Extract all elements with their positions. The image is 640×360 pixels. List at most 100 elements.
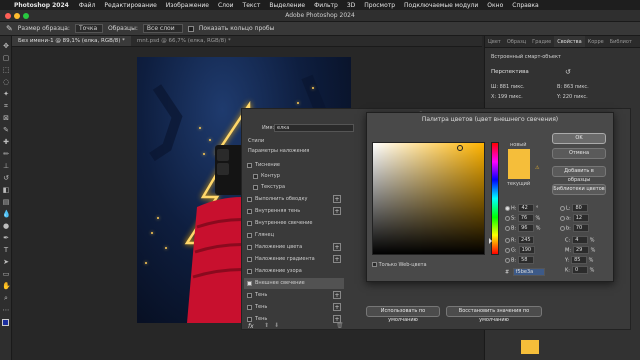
- panel-tab[interactable]: Градие: [529, 36, 554, 47]
- style-item[interactable]: Текстура: [244, 182, 344, 193]
- move-tool-icon[interactable]: ✥: [2, 42, 10, 50]
- marquee-tool-icon[interactable]: ⬚: [2, 66, 10, 74]
- color-chip[interactable]: [521, 340, 539, 354]
- x-value[interactable]: 199 пикс.: [498, 94, 523, 100]
- history-brush-icon[interactable]: ↺: [2, 174, 10, 182]
- s-radio[interactable]: [505, 215, 510, 221]
- add-style-icon[interactable]: +: [333, 291, 341, 299]
- c-field[interactable]: C: 4 %: [565, 236, 595, 244]
- doc-tab[interactable]: mnt.psd @ 66,7% (елка, RGB/8) *: [131, 36, 237, 46]
- out-of-gamut-icon[interactable]: ⚠: [535, 165, 539, 171]
- width-value[interactable]: 881 пикс.: [500, 84, 525, 90]
- menu-item[interactable]: Слои: [218, 2, 234, 9]
- style-item[interactable]: Контур: [244, 171, 344, 182]
- k-field[interactable]: K: 0 %: [565, 266, 594, 274]
- add-style-icon[interactable]: +: [333, 255, 341, 263]
- y-field[interactable]: Y: 85 %: [565, 256, 593, 264]
- gradient-tool-icon[interactable]: ▤: [2, 198, 10, 206]
- shape-tool-icon[interactable]: ▭: [2, 270, 10, 278]
- panel-tab[interactable]: Образц: [504, 36, 529, 47]
- r-radio[interactable]: [505, 237, 510, 243]
- h-radio[interactable]: [505, 205, 510, 211]
- style-checkbox[interactable]: [247, 245, 252, 250]
- menu-item[interactable]: Редактирование: [104, 2, 156, 9]
- style-item[interactable]: Глянец: [244, 230, 344, 241]
- add-style-icon[interactable]: +: [333, 303, 341, 311]
- style-checkbox[interactable]: [247, 293, 252, 298]
- ok-button[interactable]: OK: [552, 133, 606, 144]
- style-checkbox[interactable]: [247, 197, 252, 202]
- web-only-option[interactable]: Только Web-цвета: [372, 262, 427, 268]
- brush-tool-icon[interactable]: ✏: [2, 150, 10, 158]
- g-field[interactable]: G: 190: [505, 246, 535, 254]
- color-libraries-button[interactable]: Библиотеки цветов: [552, 184, 606, 195]
- style-checkbox[interactable]: [247, 305, 252, 310]
- blue-radio[interactable]: [505, 257, 510, 263]
- menu-item[interactable]: Подключаемые модули: [404, 2, 478, 9]
- show-ring-checkbox[interactable]: [187, 25, 194, 32]
- hex-field[interactable]: # f5be3a: [505, 268, 545, 276]
- doc-tab[interactable]: Без имени-1 @ 89,1% (елка, RGB/8) *: [12, 36, 131, 46]
- style-item[interactable]: Тень +: [244, 290, 344, 301]
- lab-l-field[interactable]: L: 80: [560, 204, 589, 212]
- style-checkbox[interactable]: [247, 163, 252, 168]
- hand-tool-icon[interactable]: ✋: [2, 282, 11, 290]
- style-item-outer-glow[interactable]: Внешнее свечение: [244, 278, 344, 289]
- blue-field[interactable]: B: 58: [505, 256, 535, 264]
- more-tools-icon[interactable]: ⋯: [2, 306, 10, 314]
- lab-a-radio[interactable]: [560, 215, 565, 221]
- lab-a-field[interactable]: a: 12: [560, 214, 589, 222]
- eyedropper-icon[interactable]: ✎: [6, 24, 13, 33]
- frame-tool-icon[interactable]: ⊠: [2, 114, 10, 122]
- style-item[interactable]: Тень +: [244, 314, 344, 325]
- hue-slider-handle[interactable]: [489, 238, 492, 244]
- samples-select[interactable]: Все слои: [142, 24, 183, 33]
- h-field[interactable]: H: 42 °: [505, 204, 539, 212]
- hue-slider[interactable]: [489, 142, 499, 255]
- panel-tab-properties[interactable]: Свойства: [554, 36, 585, 47]
- style-checkbox[interactable]: [247, 317, 252, 322]
- style-checkbox[interactable]: [253, 185, 258, 190]
- style-item[interactable]: Наложение градиента +: [244, 254, 344, 265]
- y-value[interactable]: 220 пикс.: [563, 94, 588, 100]
- menu-item[interactable]: Текст: [243, 2, 261, 9]
- layer-name-input[interactable]: елка: [274, 124, 354, 132]
- zoom-tool-icon[interactable]: ⌕: [2, 294, 10, 302]
- b-field[interactable]: B: 96 %: [505, 224, 540, 232]
- make-default-button[interactable]: Использовать по умолчанию: [366, 306, 440, 323]
- saturation-brightness-field[interactable]: [372, 142, 485, 255]
- web-only-checkbox[interactable]: [372, 262, 377, 267]
- lab-b-radio[interactable]: [560, 225, 565, 231]
- add-style-icon[interactable]: +: [333, 243, 341, 251]
- lab-l-radio[interactable]: [560, 205, 565, 211]
- blend-options-item[interactable]: Параметры наложения: [244, 146, 344, 157]
- stamp-tool-icon[interactable]: ⊥: [2, 162, 10, 170]
- eraser-tool-icon[interactable]: ◧: [2, 186, 10, 194]
- add-style-icon[interactable]: +: [333, 195, 341, 203]
- eyedropper-tool-icon[interactable]: ✎: [2, 126, 10, 134]
- fx-icon[interactable]: fx: [248, 323, 254, 330]
- add-style-icon[interactable]: +: [333, 207, 341, 215]
- m-field[interactable]: M: 29 %: [565, 246, 595, 254]
- style-item[interactable]: Внутренняя тень +: [244, 206, 344, 217]
- b-radio[interactable]: [505, 225, 510, 231]
- type-tool-icon[interactable]: T: [2, 246, 10, 254]
- style-checkbox[interactable]: [247, 221, 252, 226]
- panel-tab[interactable]: Цвет: [485, 36, 504, 47]
- menu-item[interactable]: Справка: [512, 2, 538, 9]
- quick-select-tool-icon[interactable]: ✦: [2, 90, 10, 98]
- style-item[interactable]: Наложение узора: [244, 266, 344, 277]
- height-value[interactable]: 863 пикс.: [564, 84, 589, 90]
- reset-icon[interactable]: ↺: [565, 68, 571, 76]
- healing-tool-icon[interactable]: ✚: [2, 138, 10, 146]
- style-item[interactable]: Тиснение: [244, 160, 344, 171]
- lasso-tool-icon[interactable]: ◌: [2, 78, 10, 86]
- r-field[interactable]: R: 245: [505, 236, 535, 244]
- g-radio[interactable]: [505, 247, 510, 253]
- trash-icon[interactable]: 🗑: [336, 322, 344, 329]
- cancel-button[interactable]: Отмена: [552, 148, 606, 159]
- current-color-swatch[interactable]: [508, 164, 530, 179]
- artboard-tool-icon[interactable]: ▢: [2, 54, 10, 62]
- menu-item[interactable]: Файл: [79, 2, 96, 9]
- crop-tool-icon[interactable]: ⌗: [2, 102, 10, 110]
